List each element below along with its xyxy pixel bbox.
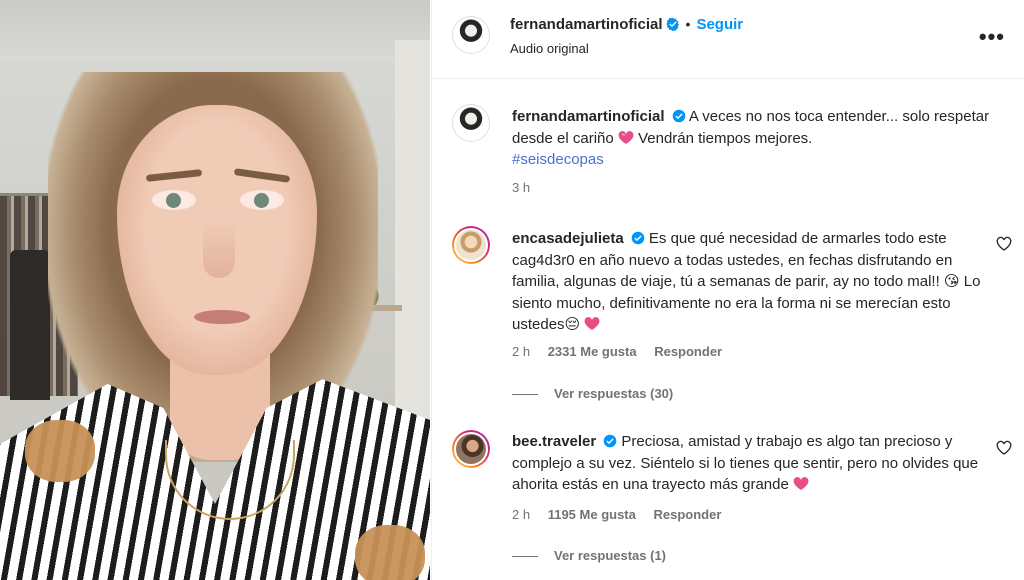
comment-text: encasadejulieta Es que qué necesidad de … [512,228,982,336]
caption-text: fernandamartinoficial A veces no nos toc… [512,106,992,171]
video-shirt-bear-print [25,420,95,482]
caption-timestamp[interactable]: 3 h [512,180,530,195]
comment-username[interactable]: bee.traveler [512,433,596,450]
comment-likes-count[interactable]: 1195 Me gusta [548,507,636,522]
verified-badge-icon [672,109,685,123]
view-replies-label: Ver respuestas (1) [554,548,667,563]
heart-emoji-icon [618,130,634,144]
heart-emoji-icon [584,317,600,330]
video-person-mouth [194,310,250,324]
comment-timestamp[interactable]: 2 h [512,344,530,359]
video-person-eye [152,190,196,210]
video-person-nose [203,222,235,278]
separator-dot: • [685,16,691,32]
more-options-icon[interactable]: ••• [979,26,1005,48]
heart-emoji-icon [793,477,809,490]
reply-button[interactable]: Responder [653,507,721,522]
view-replies-button[interactable]: Ver respuestas (1) [512,548,666,563]
author-line: fernandamartinoficial • Seguir [510,16,743,34]
video-coat [10,250,50,400]
comment-likes-count[interactable]: 2331 Me gusta [548,344,637,359]
follow-button[interactable]: Seguir [696,16,743,33]
verified-badge-icon [631,231,645,245]
comment-meta: 2 h 1195 Me gusta Responder [512,507,735,522]
caption-body-continued: Vendrán tiempos mejores. [638,129,813,147]
video-person-eye [240,190,284,210]
post-video[interactable] [0,0,430,580]
comment-meta: 2 h 2331 Me gusta Responder [512,344,736,359]
post-panel: fernandamartinoficial • Seguir Audio origi… [431,0,1024,580]
caption-meta: 3 h [512,180,544,195]
like-heart-icon[interactable] [996,236,1012,252]
view-replies-label: Ver respuestas (30) [554,386,674,401]
post-header: fernandamartinoficial • Seguir Audio origi… [432,0,1024,79]
author-avatar[interactable] [452,16,490,54]
kiss-emoji-icon: 😘 [943,272,960,290]
caption-avatar[interactable] [452,104,490,142]
view-replies-line [512,556,538,558]
comment-avatar[interactable] [452,430,490,468]
view-replies-button[interactable]: Ver respuestas (30) [512,386,673,401]
caption-username[interactable]: fernandamartinoficial [512,108,665,125]
reply-button[interactable]: Responder [654,344,722,359]
like-heart-icon[interactable] [996,440,1012,456]
video-shirt-bear-print [355,525,425,580]
audio-link[interactable]: Audio original [510,41,589,56]
comment-username[interactable]: encasadejulieta [512,230,624,247]
comment-avatar[interactable] [452,226,490,264]
video-background [0,0,430,60]
comment-text: bee.traveler Preciosa, amistad y trabajo… [512,431,982,496]
pensive-emoji-icon: 😔 [564,315,581,333]
verified-badge-icon [665,17,679,31]
hashtag-link[interactable]: #seisdecopas [512,151,604,168]
comment-timestamp[interactable]: 2 h [512,507,530,522]
verified-badge-icon [603,434,617,448]
view-replies-line [512,394,538,396]
author-username[interactable]: fernandamartinoficial [510,16,663,33]
